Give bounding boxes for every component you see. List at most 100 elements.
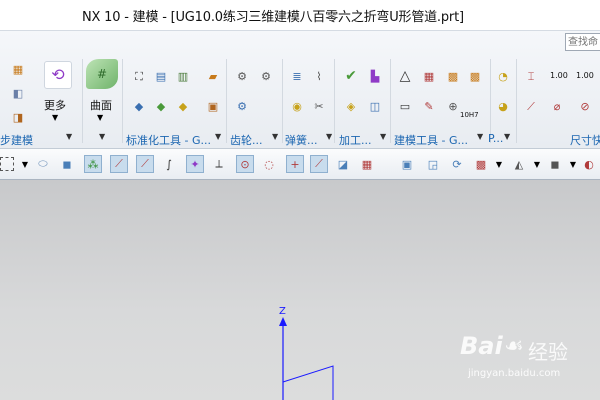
watermark-brand: Bai [460,332,503,360]
separator [516,59,517,143]
chevron-down-icon: ▼ [215,132,222,141]
chevron-down-icon: ▼ [272,132,279,141]
hole-icon[interactable]: ◨ [8,107,28,127]
face-icon[interactable]: ◪ [334,155,352,173]
triangle-icon[interactable]: △ [396,67,414,85]
group-label: P... [488,132,504,145]
chevron-down-icon[interactable]: ▼ [16,155,34,173]
block-feature-icon[interactable]: ▦ [8,59,28,79]
window-title: NX 10 - 建模 - [UG10.0练习三维建模八百零六之折弯U形管道.pr… [82,10,464,25]
title-bar: NX 10 - 建模 - [UG10.0练习三维建模八百零六之折弯U形管道.pr… [0,0,600,30]
line-icon[interactable]: ⟋ [310,155,328,173]
cube-icon[interactable]: ◼ [58,155,76,173]
mesh-surface-icon: # [86,59,118,89]
chevron-down-icon: ▼ [326,132,333,141]
modeling-tool-icon[interactable]: ▭ [396,97,414,115]
graphics-viewport[interactable]: Z Bai ☙ 经验 jingyan.baidu.com [0,180,600,400]
more-label: 更多 [44,99,66,112]
gear-icon[interactable]: ⚙ [256,67,276,85]
curve-icon[interactable]: ∫ [160,155,178,173]
dim-value-label[interactable]: 1.00 [576,71,594,80]
snap-points-icon[interactable]: ⁂ [84,155,102,173]
modeling-tool-icon[interactable]: ▩ [466,67,484,85]
chevron-down-icon: ▼ [52,113,59,122]
cross-icon[interactable]: + [286,155,304,173]
quadrant-icon[interactable]: ◌ [260,155,278,173]
line-icon[interactable]: ⟋ [136,155,154,173]
control-point-icon[interactable]: ✦ [186,155,204,173]
separator [226,59,227,143]
shade-icon[interactable]: ◼ [546,155,564,173]
std-part-icon[interactable]: ⛶ [130,67,148,85]
watermark-url: jingyan.baidu.com [468,368,561,379]
chevron-down-icon[interactable]: ▼ [528,155,546,173]
intersection-icon[interactable]: ⟂ [210,155,228,173]
std-part-icon[interactable]: ▤ [152,67,170,85]
paw-icon: ☙ [504,334,524,359]
table-icon[interactable]: ▦ [420,67,438,85]
chevron-down-icon: ▼ [504,132,511,141]
group-label: 齿轮... [230,134,263,147]
group-label: 加工... [339,134,372,147]
dimension-icon[interactable]: ⌀ [548,97,566,115]
std-part-icon[interactable]: ▰ [204,67,222,85]
std-part-icon[interactable]: ◆ [130,97,148,115]
group-label: 建模工具 - G... [394,134,468,147]
p-tool-icon[interactable]: ◔ [494,67,512,85]
machining-icon[interactable]: ▙ [366,67,384,85]
surface-label: 曲面 [90,99,112,112]
more-button[interactable]: ⟲ 更多 ▼ [38,59,78,129]
chevron-down-icon: ▼ [380,132,387,141]
render-style-icon[interactable]: ◭ [510,155,528,173]
std-part-icon[interactable]: ▥ [174,67,192,85]
watermark-suffix: 经验 [528,340,568,364]
dimension-icon[interactable]: ⟋ [522,97,540,115]
chevron-down-icon: ▼ [99,132,106,141]
modeling-tool-icon[interactable]: ✎ [420,97,438,115]
group-label: 标准化工具 - G... [126,134,211,147]
select-box-icon[interactable] [0,157,14,171]
machining-icon[interactable]: ◈ [342,97,360,115]
group-label: 步建模 [0,134,33,147]
chevron-down-icon[interactable]: ▼ [490,155,508,173]
watermark: Bai ☙ 经验 jingyan.baidu.com [420,332,590,392]
spring-icon[interactable]: ≣ [288,67,306,85]
swap-icon: ⟲ [44,61,72,89]
rotate-icon[interactable]: ⟳ [448,155,466,173]
solid-icon[interactable]: ⬭ [34,155,52,173]
machining-icon[interactable]: ◫ [366,97,384,115]
view-icon[interactable]: ◲ [424,155,442,173]
std-part-icon[interactable]: ◆ [152,97,170,115]
tolerance-label: 10H7 [460,111,479,119]
gear-icon[interactable]: ⚙ [232,97,252,115]
orient-icon[interactable]: ▩ [472,155,490,173]
modeling-tool-icon[interactable]: ▩ [444,67,462,85]
circle-icon[interactable]: ⊙ [236,155,254,173]
std-part-icon[interactable]: ▣ [204,97,222,115]
separator [122,59,123,143]
surface-button[interactable]: # 曲面 ▼ [84,59,120,129]
selection-toolbar: ▼ ⬭ ◼ ⁂ ⟋ ⟋ ∫ ✦ ⟂ ⊙ ◌ + ⟋ ◪ ▦ ▣ ◲ ⟳ ▩ ▼ … [0,149,600,180]
search-input[interactable] [565,33,600,51]
check-icon[interactable]: ✔ [342,67,360,85]
separator [282,59,283,143]
spring-icon[interactable]: ✂ [310,97,328,115]
std-part-icon[interactable]: ◆ [174,97,192,115]
spring-icon[interactable]: ◉ [288,97,306,115]
layer-icon[interactable]: ◐ [580,155,598,173]
separator [334,59,335,143]
spring-icon[interactable]: ⌇ [310,67,328,85]
separator [390,59,391,143]
group-label: 弹簧... [285,134,318,147]
dimension-icon[interactable]: ⌶ [522,67,540,85]
p-tool-icon[interactable]: ◕ [494,97,512,115]
view-icon[interactable]: ▣ [398,155,416,173]
gear-icon[interactable]: ⚙ [232,67,252,85]
separator [490,59,491,143]
dim-value-label[interactable]: 1.00 [550,71,568,80]
line-icon[interactable]: ⟋ [110,155,128,173]
chevron-down-icon: ▼ [477,132,484,141]
extrude-icon[interactable]: ◧ [8,83,28,103]
grid-icon[interactable]: ▦ [358,155,376,173]
dimension-icon[interactable]: ⊘ [576,97,594,115]
